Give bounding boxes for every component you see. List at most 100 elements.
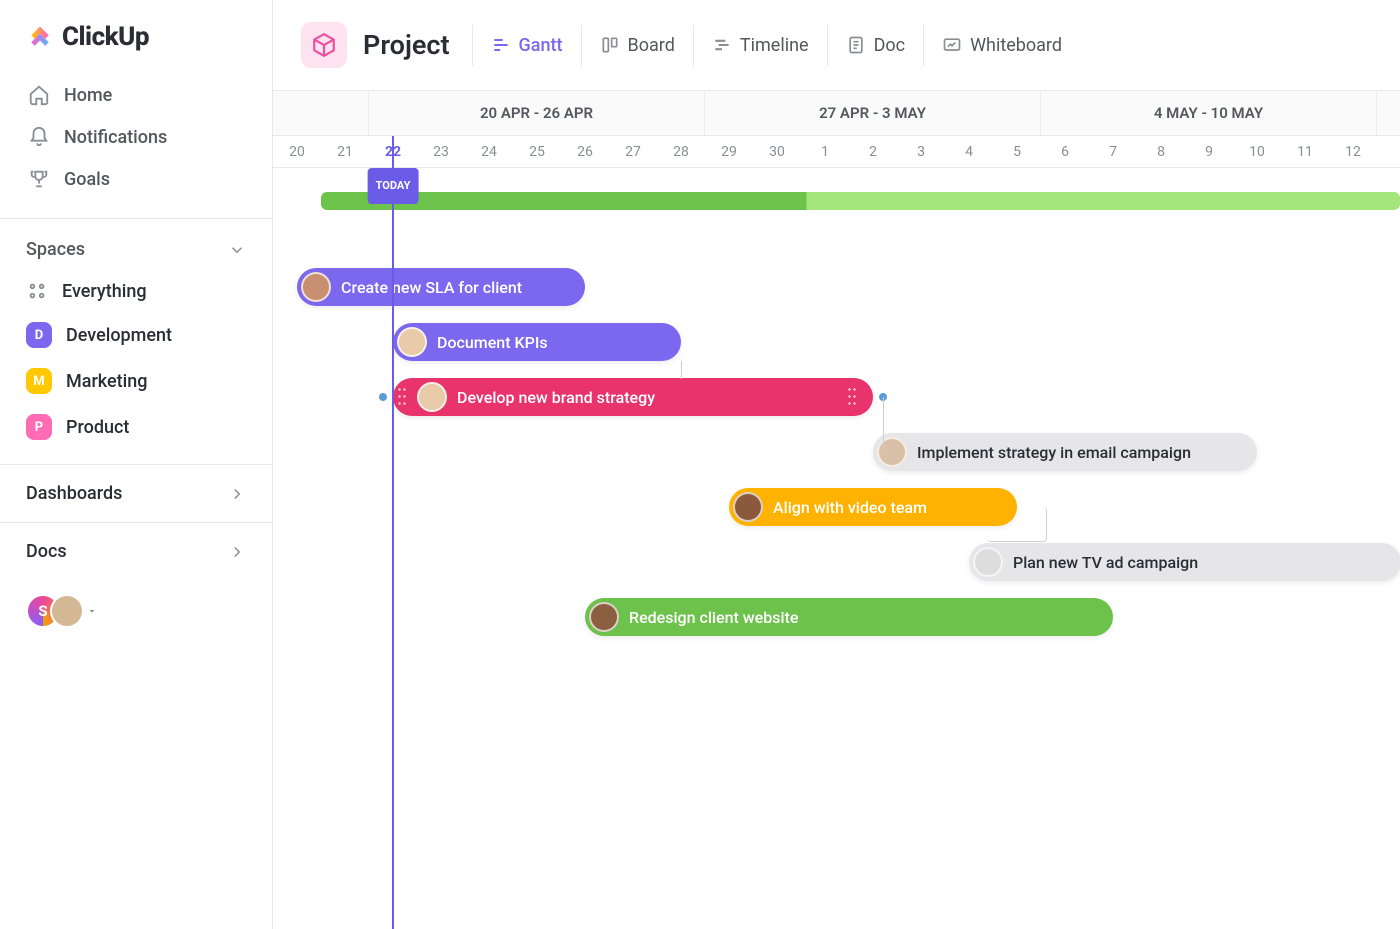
task-bar-sla[interactable]: Create new SLA for client <box>297 268 585 306</box>
gantt-body[interactable]: Create new SLA for client Document KPIs De… <box>273 168 1400 888</box>
trophy-icon <box>28 168 50 190</box>
day-header[interactable]: 1 <box>801 136 849 167</box>
day-header[interactable]: 25 <box>513 136 561 167</box>
assignee-avatar <box>417 382 447 412</box>
space-badge: P <box>26 414 52 440</box>
nav-label: Home <box>64 85 112 106</box>
sidebar: ClickUp Home Notifications Goals Spaces <box>0 0 273 929</box>
nav-primary: Home Notifications Goals <box>0 70 272 219</box>
bell-icon <box>28 126 50 148</box>
task-bar-kpis[interactable]: Document KPIs <box>393 323 681 361</box>
topbar: Project Gantt Board Timeline Doc <box>273 0 1400 90</box>
view-tabs: Gantt Board Timeline Doc Whiteboard <box>472 25 1080 66</box>
cube-icon <box>311 32 337 58</box>
day-header[interactable]: 20 <box>273 136 321 167</box>
gantt-icon <box>491 35 511 55</box>
project-title: Project <box>363 29 450 61</box>
day-header[interactable]: 9 <box>1185 136 1233 167</box>
week-header: 4 MAY - 10 MAY <box>1041 91 1377 135</box>
day-header[interactable]: 11 <box>1281 136 1329 167</box>
tab-whiteboard[interactable]: Whiteboard <box>923 25 1080 66</box>
day-header[interactable]: 24 <box>465 136 513 167</box>
dependency-handle[interactable] <box>379 393 387 401</box>
day-header[interactable]: 6 <box>1041 136 1089 167</box>
brand-text: ClickUp <box>62 22 149 52</box>
assignee-avatar <box>973 547 1003 577</box>
day-header[interactable]: 8 <box>1137 136 1185 167</box>
assignee-avatar <box>301 272 331 302</box>
day-header[interactable]: 10 <box>1233 136 1281 167</box>
day-header[interactable]: 28 <box>657 136 705 167</box>
day-header[interactable]: 29 <box>705 136 753 167</box>
task-label: Create new SLA for client <box>341 278 522 297</box>
nav-docs[interactable]: Docs <box>0 523 272 580</box>
space-product[interactable]: P Product <box>14 404 258 450</box>
chevron-right-icon <box>228 543 246 561</box>
task-label: Develop new brand strategy <box>457 388 655 407</box>
main: Project Gantt Board Timeline Doc <box>273 0 1400 929</box>
spaces-list: Everything D Development M Marketing P P… <box>0 270 272 464</box>
nav-home[interactable]: Home <box>14 74 258 116</box>
assignee-avatar <box>589 602 619 632</box>
day-header[interactable]: 5 <box>993 136 1041 167</box>
space-badge: M <box>26 368 52 394</box>
task-bar-brand[interactable]: Develop new brand strategy <box>393 378 873 416</box>
task-bar-email[interactable]: Implement strategy in email campaign <box>873 433 1257 471</box>
task-bar-website[interactable]: Redesign client website <box>585 598 1113 636</box>
whiteboard-icon <box>942 35 962 55</box>
tab-timeline[interactable]: Timeline <box>693 25 827 66</box>
profile-switcher[interactable]: S <box>0 580 272 642</box>
day-header[interactable]: 7 <box>1089 136 1137 167</box>
week-header: 20 APR - 26 APR <box>369 91 705 135</box>
day-header[interactable]: 30 <box>753 136 801 167</box>
assignee-avatar <box>877 437 907 467</box>
timeline-summary-bar[interactable] <box>321 192 1400 210</box>
tab-doc[interactable]: Doc <box>827 25 924 66</box>
day-header[interactable]: 23 <box>417 136 465 167</box>
day-header[interactable]: 27 <box>609 136 657 167</box>
task-label: Redesign client website <box>629 608 798 627</box>
space-marketing[interactable]: M Marketing <box>14 358 258 404</box>
day-header[interactable]: 3 <box>897 136 945 167</box>
assignee-avatar <box>733 492 763 522</box>
nav-dashboards[interactable]: Dashboards <box>0 465 272 522</box>
day-header[interactable]: 2 <box>849 136 897 167</box>
day-header[interactable]: 21 <box>321 136 369 167</box>
task-bar-tv[interactable]: Plan new TV ad campaign <box>969 543 1400 581</box>
logo[interactable]: ClickUp <box>0 0 272 70</box>
chevron-right-icon <box>228 485 246 503</box>
home-icon <box>28 84 50 106</box>
dependency-handle[interactable] <box>879 393 887 401</box>
nav-label: Notifications <box>64 127 167 148</box>
spaces-header[interactable]: Spaces <box>0 219 272 270</box>
today-badge: TODAY <box>368 168 419 204</box>
space-everything[interactable]: Everything <box>14 270 258 312</box>
timeline-icon <box>712 35 732 55</box>
day-header[interactable]: 26 <box>561 136 609 167</box>
task-label: Plan new TV ad campaign <box>1013 553 1198 572</box>
task-label: Align with video team <box>773 498 927 517</box>
day-header[interactable]: 12 <box>1329 136 1377 167</box>
task-label: Implement strategy in email campaign <box>917 443 1191 462</box>
chevron-down-icon <box>228 241 246 259</box>
day-header[interactable]: 4 <box>945 136 993 167</box>
grid-icon <box>26 280 48 302</box>
nav-notifications[interactable]: Notifications <box>14 116 258 158</box>
tab-gantt[interactable]: Gantt <box>472 25 581 66</box>
tab-board[interactable]: Board <box>581 25 693 66</box>
assignee-avatar <box>397 327 427 357</box>
space-badge: D <box>26 322 52 348</box>
task-bar-video[interactable]: Align with video team <box>729 488 1017 526</box>
nav-goals[interactable]: Goals <box>14 158 258 200</box>
gantt-view: 20 APR - 26 APR27 APR - 3 MAY4 MAY - 10 … <box>273 90 1400 929</box>
task-label: Document KPIs <box>437 333 548 352</box>
board-icon <box>600 35 620 55</box>
weeks-row: 20 APR - 26 APR27 APR - 3 MAY4 MAY - 10 … <box>273 91 1400 136</box>
avatar <box>50 594 84 628</box>
days-row: 202122TODAY23242526272829301234567891011… <box>273 136 1400 168</box>
space-development[interactable]: D Development <box>14 312 258 358</box>
week-header: 27 APR - 3 MAY <box>705 91 1041 135</box>
caret-down-icon <box>86 605 98 617</box>
nav-label: Goals <box>64 169 110 190</box>
project-icon[interactable] <box>301 22 347 68</box>
